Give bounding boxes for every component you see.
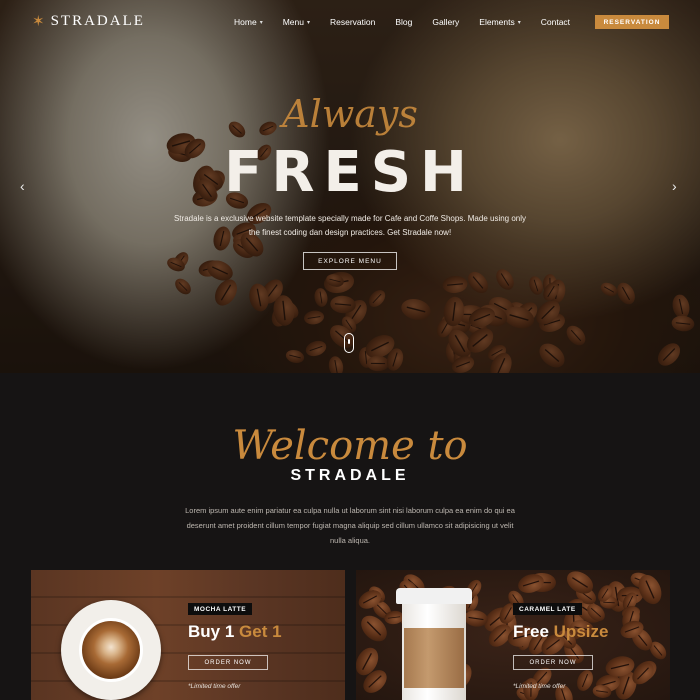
nav-item-gallery[interactable]: Gallery: [432, 17, 459, 27]
offer-note: *Limited time offer: [513, 683, 566, 690]
hero-section: ✶ STRADALE Home ▾ Menu ▾ Reservation Blog …: [0, 0, 700, 373]
nav-item-contact[interactable]: Contact: [541, 17, 570, 27]
coffee-bean: [591, 684, 612, 700]
offer-card-mocha: MOCHA LATTE Buy 1 Get 1 ORDER NOW *Limit…: [31, 570, 345, 700]
nav-item-menu[interactable]: Menu ▾: [283, 17, 310, 27]
offer-card-caramel: CARAMEL LATE Free Upsize ORDER NOW *Limi…: [356, 570, 670, 700]
order-now-button[interactable]: ORDER NOW: [188, 655, 268, 670]
chevron-down-icon: ▾: [517, 19, 521, 26]
welcome-script-title: Welcome to: [232, 423, 468, 469]
offer-title: Free Upsize: [513, 622, 608, 642]
scroll-dot: [348, 339, 350, 344]
chevron-left-icon[interactable]: ‹: [20, 178, 25, 194]
hero-script-word: Always: [282, 92, 418, 136]
chevron-down-icon: ▾: [259, 19, 263, 26]
nav-label: Elements: [479, 17, 515, 27]
mouse-scroll-icon[interactable]: [344, 333, 354, 353]
reservation-button[interactable]: RESERVATION: [595, 15, 669, 29]
hero-description: Stradale is a exclusive website template…: [173, 214, 527, 237]
nav-label: Contact: [540, 17, 571, 27]
offer-tag: CARAMEL LATE: [513, 603, 582, 615]
nav-item-blog[interactable]: Blog: [395, 17, 412, 27]
latte-art: [79, 618, 143, 682]
cup-sleeve: [404, 628, 464, 688]
cup-lid: [396, 588, 472, 604]
logo-text: STRADALE: [50, 13, 145, 29]
nav-label: Blog: [395, 17, 413, 27]
nav-item-reservation[interactable]: Reservation: [330, 17, 375, 27]
top-navigation: ✶ STRADALE Home ▾ Menu ▾ Reservation Blog …: [0, 0, 700, 44]
nav-label: Reservation: [329, 17, 376, 27]
offer-note: *Limited time offer: [188, 683, 241, 690]
paper-cup-image: [396, 588, 472, 700]
offer-title: Buy 1 Get 1: [188, 622, 282, 642]
nav-label: Gallery: [432, 17, 460, 27]
star-icon: ✶: [32, 12, 45, 30]
welcome-section: Welcome to STRADALE Lorem ipsum aute eni…: [0, 373, 700, 700]
explore-menu-button[interactable]: EXPLORE MENU: [303, 252, 397, 270]
offer-title-main: Buy 1: [188, 622, 235, 641]
main-menu: Home ▾ Menu ▾ Reservation Blog Gallery Ele…: [234, 17, 590, 27]
nav-label: Menu: [282, 17, 304, 27]
offer-title-accent: Get 1: [239, 622, 282, 641]
hero-headline: FRESH: [224, 140, 476, 205]
chevron-right-icon[interactable]: ›: [672, 178, 677, 194]
latte-cup-image: [61, 600, 161, 700]
nav-item-home[interactable]: Home ▾: [234, 17, 263, 27]
welcome-text: Lorem ipsum aute enim pariatur ea culpa …: [185, 506, 515, 545]
chevron-down-icon: ▾: [306, 19, 310, 26]
nav-label: Home: [234, 17, 257, 27]
site-logo[interactable]: ✶ STRADALE: [32, 13, 145, 30]
offer-title-accent: Upsize: [553, 622, 609, 641]
offer-title-main: Free: [513, 622, 549, 641]
offer-tag: MOCHA LATTE: [188, 603, 253, 615]
nav-item-elements[interactable]: Elements ▾: [479, 17, 520, 27]
welcome-brand-title: STRADALE: [290, 467, 410, 484]
order-now-button[interactable]: ORDER NOW: [513, 655, 593, 670]
